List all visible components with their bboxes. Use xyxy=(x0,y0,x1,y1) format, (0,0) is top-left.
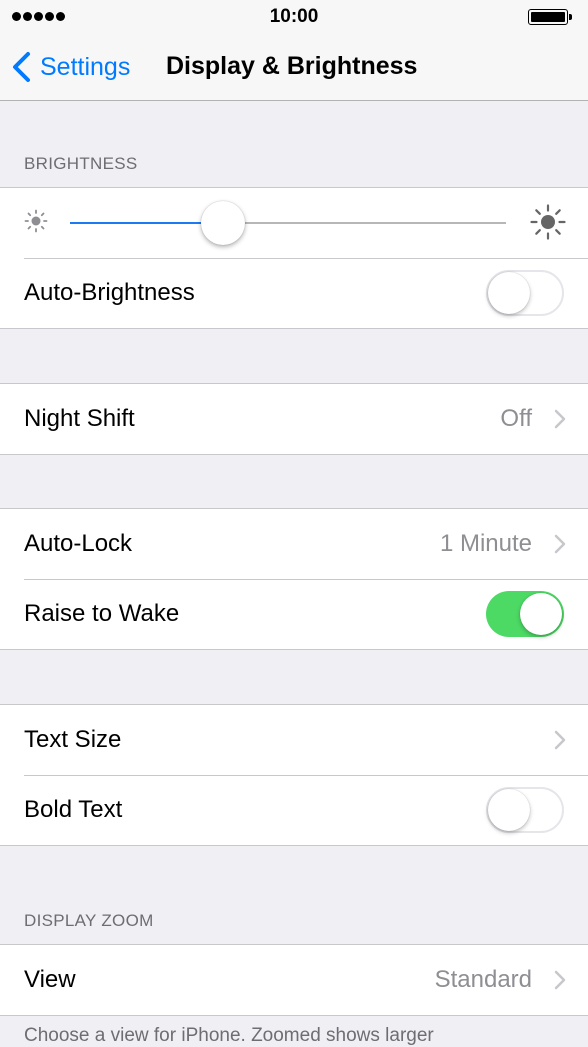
raise-to-wake-toggle[interactable] xyxy=(486,591,564,637)
bold-text-label: Bold Text xyxy=(24,796,123,823)
brightness-slider-thumb[interactable] xyxy=(200,201,245,245)
bold-text-toggle[interactable] xyxy=(486,787,564,833)
brightness-slider-fill xyxy=(70,222,223,224)
auto-brightness-row: Auto-Brightness xyxy=(0,258,588,328)
back-button-label: Settings xyxy=(40,52,131,81)
battery-full-icon xyxy=(528,9,574,25)
chevron-right-icon xyxy=(554,534,566,554)
night-shift-label: Night Shift xyxy=(24,405,135,432)
text-group: Text Size Bold Text xyxy=(0,704,588,846)
text-size-row[interactable]: Text Size xyxy=(0,705,588,775)
bold-text-row: Bold Text xyxy=(0,775,588,845)
page-title: Display & Brightness xyxy=(166,52,418,80)
chevron-right-icon xyxy=(554,970,566,990)
view-label: View xyxy=(24,966,76,993)
sun-large-icon xyxy=(530,204,566,240)
auto-brightness-label: Auto-Brightness xyxy=(24,279,195,306)
navigation-bar: Settings Display & Brightness xyxy=(0,33,588,101)
lock-group: Auto-Lock 1 Minute Raise to Wake xyxy=(0,508,588,650)
auto-brightness-toggle[interactable] xyxy=(486,270,564,316)
brightness-slider-row xyxy=(0,188,588,258)
night-shift-group: Night Shift Off xyxy=(0,383,588,455)
chevron-right-icon xyxy=(554,730,566,750)
status-bar: 10:00 xyxy=(0,0,588,33)
view-row[interactable]: View Standard xyxy=(0,945,588,1015)
view-value: Standard xyxy=(434,966,532,993)
display-zoom-group: View Standard xyxy=(0,944,588,1016)
back-button[interactable]: Settings xyxy=(10,49,130,85)
section-header-display-zoom: DISPLAY ZOOM xyxy=(24,911,154,930)
text-size-label: Text Size xyxy=(24,726,122,753)
chevron-left-icon xyxy=(13,52,30,82)
sun-small-icon xyxy=(24,209,48,233)
chevron-right-icon xyxy=(554,409,566,429)
raise-to-wake-label: Raise to Wake xyxy=(24,600,180,627)
night-shift-value: Off xyxy=(500,405,532,432)
auto-lock-row[interactable]: Auto-Lock 1 Minute xyxy=(0,509,588,579)
brightness-group: Auto-Brightness xyxy=(0,187,588,329)
night-shift-row[interactable]: Night Shift Off xyxy=(0,384,588,454)
auto-lock-value: 1 Minute xyxy=(439,530,532,557)
status-time: 10:00 xyxy=(269,6,319,27)
section-header-brightness: BRIGHTNESS xyxy=(24,154,138,173)
raise-to-wake-row: Raise to Wake xyxy=(0,579,588,649)
display-zoom-footer: Choose a view for iPhone. Zoomed shows l… xyxy=(24,1025,434,1046)
auto-lock-label: Auto-Lock xyxy=(24,530,133,557)
